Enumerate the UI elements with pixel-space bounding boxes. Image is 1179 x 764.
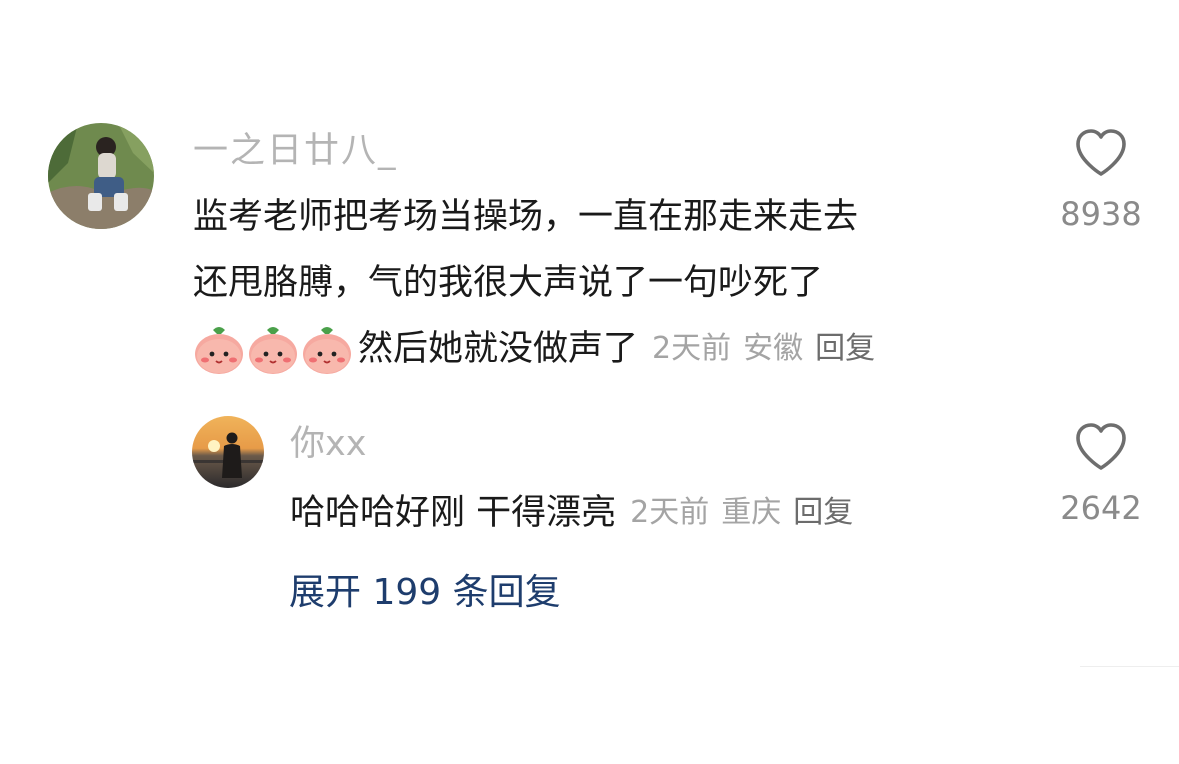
reply-text-line-with-meta: 哈哈哈好刚 干得漂亮 2天前 重庆 回复 <box>290 480 865 546</box>
reply-text: 哈哈哈好刚 干得漂亮 <box>290 493 617 533</box>
reply-time: 2天前 <box>630 495 710 530</box>
like-count: 8938 <box>1060 195 1142 233</box>
divider <box>1080 666 1179 667</box>
like-count: 2642 <box>1060 489 1142 527</box>
heart-outline-icon[interactable] <box>1074 422 1128 472</box>
comment-location: 安徽 <box>743 331 804 366</box>
commenter-username[interactable]: 一之日廿八_ <box>193 126 398 176</box>
reply-meta: 2天前 重庆 回复 <box>630 480 865 546</box>
comment-time: 2天前 <box>652 331 732 366</box>
comment-meta: 2天前 安徽 回复 <box>652 316 887 382</box>
emoji-group <box>193 322 355 376</box>
peach-face-emoji-icon <box>303 327 351 374</box>
reply-button[interactable]: 回复 <box>815 331 875 366</box>
expand-replies-button[interactable]: 展开 199 条回复 <box>289 566 561 620</box>
reply-button[interactable]: 回复 <box>793 495 853 530</box>
replier-avatar[interactable] <box>192 416 264 488</box>
heart-outline-icon[interactable] <box>1074 128 1128 178</box>
peach-face-emoji-icon <box>249 327 297 374</box>
peach-face-emoji-icon <box>195 327 243 374</box>
comment-text-line: 监考老师把考场当操场，一直在那走来走去 <box>193 197 859 237</box>
comment-text-tail: 然后她就没做声了 <box>358 329 639 369</box>
comment-text-line: 还甩胳膊，气的我很大声说了一句吵死了 <box>193 263 824 303</box>
comment-text-line-with-meta: 然后她就没做声了 2天前 安徽 回复 <box>193 316 887 382</box>
commenter-avatar[interactable] <box>48 123 154 229</box>
replier-username[interactable]: 你xx <box>290 420 366 468</box>
reply-location: 重庆 <box>721 495 782 530</box>
